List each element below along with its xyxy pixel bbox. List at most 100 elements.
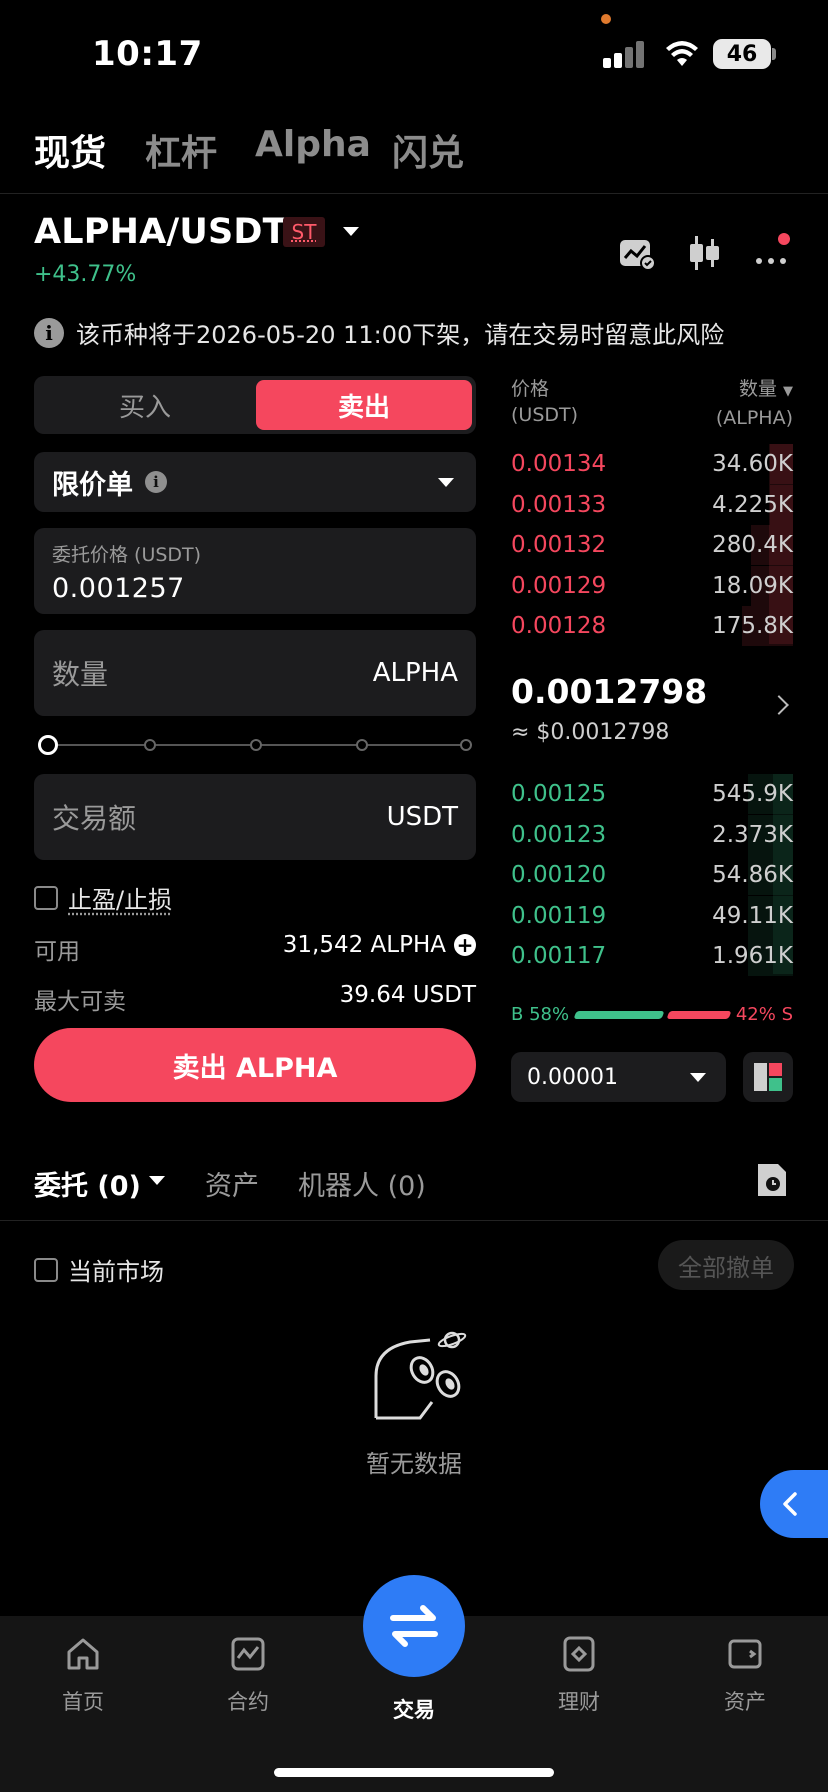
candlestick-icon[interactable] <box>686 236 722 270</box>
bid-price: 0.00123 <box>511 821 607 848</box>
tab-margin[interactable]: 杠杆 <box>145 124 217 176</box>
bid-row[interactable]: 0.00123 2.373K <box>511 814 793 855</box>
bid-row[interactable]: 0.00125 545.9K <box>511 774 793 814</box>
nav-futures-label: 合约 <box>227 1690 269 1714</box>
ask-qty: 175.8K <box>712 613 793 639</box>
chevron-right-icon[interactable] <box>769 695 789 715</box>
current-market-checkbox[interactable] <box>34 1257 58 1282</box>
ask-row[interactable]: 0.00133 4.225K <box>511 484 793 525</box>
available-row: 31,542 ALPHA + <box>283 932 476 958</box>
orderbook-layout-button[interactable] <box>743 1052 793 1102</box>
empty-state-text: 暂无数据 <box>366 1450 462 1478</box>
tab-open-orders[interactable]: 委托 (0) <box>34 1164 141 1203</box>
nav-assets[interactable]: 资产 <box>685 1636 805 1716</box>
home-indicator <box>274 1768 554 1777</box>
ask-price: 0.00132 <box>511 532 607 558</box>
nav-trade[interactable]: 交易 <box>354 1694 474 1724</box>
last-price-usd: ≈ $0.0012798 <box>511 720 670 745</box>
cancel-all-button[interactable]: 全部撤单 <box>658 1240 794 1290</box>
order-history-icon[interactable] <box>756 1162 788 1198</box>
nav-earn-label: 理财 <box>558 1690 600 1714</box>
bid-qty: 49.11K <box>712 902 793 929</box>
bid-row[interactable]: 0.00119 49.11K <box>511 895 793 936</box>
bid-qty: 545.9K <box>712 781 793 807</box>
last-price[interactable]: 0.0012798 <box>511 672 707 711</box>
tab-alpha[interactable]: Alpha <box>255 124 371 165</box>
bid-price: 0.00125 <box>511 781 607 807</box>
orderbook-layout-icon <box>754 1063 782 1091</box>
bid-qty: 2.373K <box>712 821 793 848</box>
tab-spot[interactable]: 现货 <box>34 124 106 176</box>
tab-bots[interactable]: 机器人 (0) <box>298 1164 426 1203</box>
slider-tick-100[interactable] <box>460 739 472 751</box>
st-badge[interactable]: ST <box>283 217 325 247</box>
privacy-indicator-dot <box>601 14 611 24</box>
current-market-filter[interactable]: 当前市场 <box>34 1252 164 1287</box>
tpsl-label[interactable]: 止盈/止损 <box>68 880 172 915</box>
more-options-icon[interactable] <box>755 250 791 264</box>
buy-tab[interactable]: 买入 <box>38 380 252 430</box>
bid-qty: 1.961K <box>712 943 793 969</box>
order-type-select[interactable]: 限价单 i <box>34 452 476 512</box>
bid-qty: 54.86K <box>712 862 793 888</box>
wallet-icon <box>728 1639 762 1669</box>
current-market-label: 当前市场 <box>68 1258 164 1286</box>
precision-select[interactable]: 0.00001 <box>511 1052 726 1102</box>
orderbook-price-unit: (USDT) <box>511 404 579 426</box>
chevron-left-icon <box>783 1492 797 1516</box>
nav-assets-label: 资产 <box>724 1690 766 1714</box>
side-panel-toggle[interactable] <box>760 1470 828 1538</box>
ask-price: 0.00133 <box>511 491 607 518</box>
cellular-signal-icon <box>603 40 647 68</box>
bid-row[interactable]: 0.00120 54.86K <box>511 855 793 895</box>
orderbook-price-header[interactable]: 价格 (USDT) <box>511 376 578 428</box>
delisting-notice-text: 该币种将于2026-05-20 11:00下架，请在交易时留意此风险 <box>76 321 725 349</box>
tpsl-checkbox[interactable] <box>34 885 58 910</box>
ask-row[interactable]: 0.00128 175.8K <box>511 606 793 646</box>
amount-placeholder: 数量 <box>52 658 109 691</box>
tab-assets[interactable]: 资产 <box>205 1164 259 1203</box>
open-orders-caret-icon[interactable] <box>149 1176 165 1185</box>
ask-row[interactable]: 0.00129 18.09K <box>511 565 793 606</box>
nav-earn[interactable]: 理财 <box>519 1636 639 1716</box>
pair-selector[interactable]: ALPHA/USDT <box>34 212 287 252</box>
max-sell-value: 39.64 USDT <box>339 982 476 1008</box>
sell-submit-button[interactable]: 卖出 ALPHA <box>34 1028 476 1102</box>
ask-qty: 280.4K <box>712 532 793 558</box>
buy-ratio-bar <box>573 1011 665 1019</box>
total-input[interactable]: 交易额 USDT <box>34 774 476 860</box>
slider-tick-75[interactable] <box>356 739 368 751</box>
status-time: 10:17 <box>92 34 203 74</box>
price-label: 委托价格 (USDT) <box>52 544 202 566</box>
tpsl-toggle[interactable]: 止盈/止损 <box>34 880 172 915</box>
ask-row[interactable]: 0.00134 34.60K <box>511 444 793 484</box>
orderbook-qty-header[interactable]: 数量 ▼ (ALPHA) <box>716 376 793 431</box>
amount-slider-knob[interactable] <box>38 735 58 755</box>
available-value: 31,542 ALPHA <box>282 932 446 958</box>
nav-home[interactable]: 首页 <box>23 1636 143 1716</box>
total-unit: USDT <box>386 802 458 832</box>
order-type-info-icon[interactable]: i <box>145 471 167 493</box>
sell-tab[interactable]: 卖出 <box>256 380 472 430</box>
nav-futures[interactable]: 合约 <box>188 1636 308 1716</box>
slider-tick-50[interactable] <box>250 739 262 751</box>
chart-compare-icon[interactable] <box>618 238 656 270</box>
price-input[interactable]: 委托价格 (USDT) 0.001257 <box>34 528 476 614</box>
bid-row[interactable]: 0.00117 1.961K <box>511 936 793 976</box>
orderbook-qty-title: 数量 <box>738 378 777 400</box>
pair-dropdown-caret-icon[interactable] <box>343 227 359 236</box>
qty-dropdown-icon: ▼ <box>783 384 793 399</box>
amount-input[interactable]: 数量 ALPHA <box>34 630 476 716</box>
slider-tick-25[interactable] <box>144 739 156 751</box>
ask-qty: 18.09K <box>712 572 793 599</box>
tab-swap[interactable]: 闪兑 <box>392 124 464 176</box>
ask-qty: 4.225K <box>712 491 793 518</box>
transfer-plus-icon[interactable]: + <box>454 934 476 956</box>
battery-tip <box>772 48 776 60</box>
ask-qty: 34.60K <box>712 451 793 477</box>
trade-fab[interactable] <box>363 1575 465 1677</box>
price-value[interactable]: 0.001257 <box>52 573 458 604</box>
precision-caret-icon <box>690 1072 706 1082</box>
notification-dot <box>778 233 790 245</box>
ask-row[interactable]: 0.00132 280.4K <box>511 525 793 565</box>
